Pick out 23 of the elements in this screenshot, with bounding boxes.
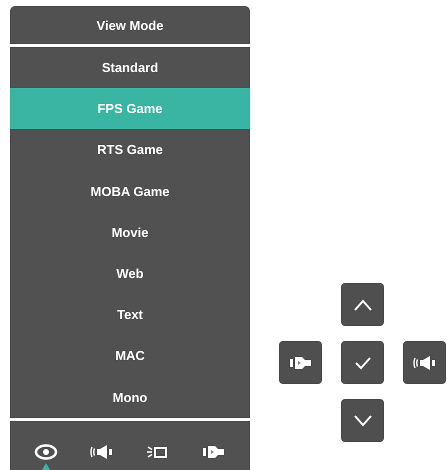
menu-item[interactable]: Mono	[10, 376, 250, 418]
lightbulb-icon	[146, 444, 170, 460]
audio-button[interactable]	[403, 341, 446, 384]
chevron-down-icon	[352, 414, 372, 426]
up-button[interactable]	[341, 283, 384, 326]
menu-item[interactable]: RTS Game	[10, 129, 250, 171]
speaker-icon	[90, 444, 114, 460]
input-button[interactable]	[279, 341, 322, 384]
plug-icon	[288, 354, 312, 370]
menu-title: View Mode	[10, 6, 250, 44]
menu-item[interactable]: Standard	[10, 47, 250, 88]
confirm-button[interactable]	[341, 341, 384, 384]
menu-item[interactable]: Movie	[10, 212, 250, 253]
menu-item[interactable]: MOBA Game	[10, 170, 250, 212]
speaker-icon	[412, 354, 436, 370]
menu-item[interactable]: Web	[10, 252, 250, 294]
down-button[interactable]	[341, 399, 384, 442]
menu-item[interactable]: MAC	[10, 335, 250, 376]
plug-icon	[202, 444, 226, 460]
menu-item[interactable]: Text	[10, 294, 250, 336]
chevron-up-icon	[352, 298, 372, 310]
checkmark-icon	[354, 356, 372, 370]
eye-icon	[34, 444, 58, 460]
